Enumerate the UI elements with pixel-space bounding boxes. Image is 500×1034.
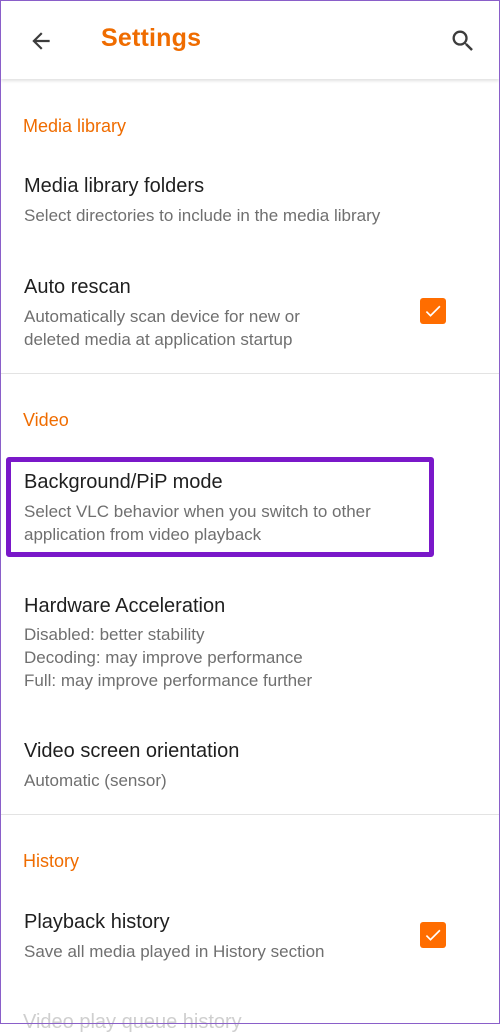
setting-subtitle-line-2: Decoding: may improve performance bbox=[24, 648, 303, 667]
setting-playback-history[interactable]: Playback history Save all media played i… bbox=[1, 896, 499, 976]
setting-video-screen-orientation[interactable]: Video screen orientation Automatic (sens… bbox=[1, 725, 499, 805]
setting-subtitle: Select directories to include in the med… bbox=[24, 206, 381, 225]
section-divider bbox=[1, 373, 499, 374]
search-button[interactable] bbox=[445, 23, 481, 59]
setting-subtitle-line-1: Automatically scan device for new or bbox=[24, 307, 300, 326]
setting-subtitle-line-2: application from video playback bbox=[24, 525, 262, 544]
section-header-history: History bbox=[23, 851, 80, 871]
section-header-media-library: Media library bbox=[23, 116, 127, 136]
setting-media-library-folders[interactable]: Media library folders Select directories… bbox=[1, 160, 499, 240]
setting-subtitle-line-1: Disabled: better stability bbox=[24, 625, 205, 644]
setting-title: Background/PiP mode bbox=[24, 471, 223, 493]
page-title: Settings bbox=[101, 24, 202, 52]
setting-title: Media library folders bbox=[24, 175, 205, 197]
auto-rescan-checkbox[interactable] bbox=[420, 298, 446, 324]
setting-title: Video screen orientation bbox=[24, 740, 240, 762]
setting-video-play-queue-history[interactable]: Video play queue history bbox=[23, 1011, 242, 1034]
arrow-back-icon bbox=[32, 32, 50, 50]
app-bar: Settings bbox=[1, 1, 499, 79]
checkmark-icon bbox=[425, 929, 441, 941]
setting-hardware-acceleration[interactable]: Hardware Acceleration Disabled: better s… bbox=[1, 580, 499, 700]
setting-title: Auto rescan bbox=[24, 276, 131, 298]
setting-title: Hardware Acceleration bbox=[24, 595, 226, 617]
search-icon bbox=[452, 30, 473, 51]
setting-auto-rescan[interactable]: Auto rescan Automatically scan device fo… bbox=[1, 262, 499, 362]
setting-background-pip-mode[interactable]: Background/PiP mode Select VLC behavior … bbox=[1, 458, 499, 556]
checkmark-icon bbox=[425, 305, 441, 317]
back-button[interactable] bbox=[21, 23, 61, 59]
setting-subtitle-line-3: Full: may improve performance further bbox=[24, 671, 313, 690]
setting-title: Playback history bbox=[24, 911, 170, 933]
setting-subtitle-line-2: deleted media at application startup bbox=[24, 330, 293, 349]
section-header-video: Video bbox=[23, 410, 69, 430]
setting-subtitle: Automatic (sensor) bbox=[24, 771, 167, 790]
playback-history-checkbox[interactable] bbox=[420, 922, 446, 948]
setting-subtitle: Save all media played in History section bbox=[24, 942, 325, 961]
setting-subtitle-line-1: Select VLC behavior when you switch to o… bbox=[24, 502, 371, 521]
section-divider bbox=[1, 814, 499, 815]
